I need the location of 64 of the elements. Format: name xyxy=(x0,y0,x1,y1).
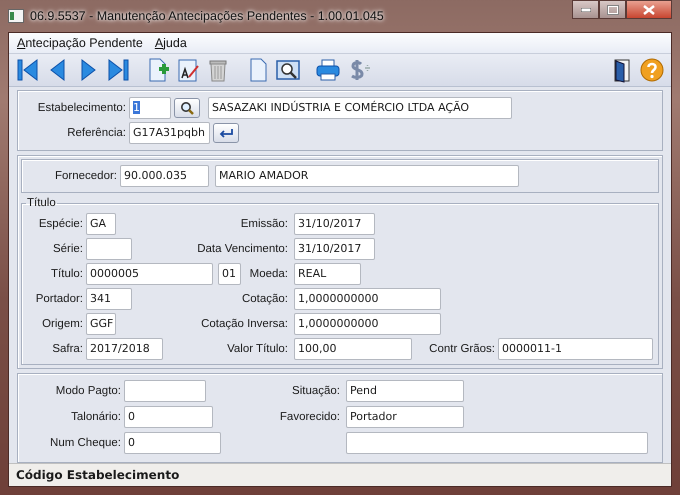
field-label: Num Cheque: xyxy=(49,437,122,450)
input-field[interactable]: 1,0000000000 xyxy=(294,288,441,310)
input-field[interactable]: 31/10/2017 xyxy=(294,212,375,235)
field-label: Modo Pagto: xyxy=(54,385,122,398)
input-field[interactable] xyxy=(86,238,132,260)
input-field[interactable]: REAL xyxy=(294,262,361,285)
input-field[interactable]: Portador xyxy=(346,406,464,428)
input-field[interactable]: 2017/2018 xyxy=(86,338,163,360)
input-field[interactable]: Pend xyxy=(346,380,464,402)
field-label: Portador: xyxy=(34,292,84,305)
input-field[interactable]: SASAZAKI INDÚSTRIA E COMÉRCIO LTDA AÇÃO xyxy=(208,97,512,120)
enter-icon xyxy=(218,128,234,138)
input-field[interactable]: 341 xyxy=(86,288,132,310)
maximize-button[interactable] xyxy=(599,0,626,19)
input-field[interactable]: GGF xyxy=(86,312,116,335)
field-label: Cotação: xyxy=(240,292,289,305)
field-label: Cotação Inversa: xyxy=(200,318,289,330)
field-label: Série: xyxy=(52,242,84,255)
status-text: Código Estabelecimento xyxy=(16,468,180,482)
input-field[interactable] xyxy=(346,432,648,454)
field-label: Contr Grãos: xyxy=(428,342,496,355)
menu-item[interactable]: Ajuda xyxy=(150,34,191,52)
window-title: 06.9.5537 - Manutenção Antecipações Pendentes - 1.00.01.045 xyxy=(30,9,384,23)
input-field[interactable]: 31/10/2017 xyxy=(294,238,375,260)
search-button[interactable] xyxy=(174,98,200,118)
input-field[interactable]: 0000011-1 xyxy=(498,338,653,360)
input-field[interactable]: G17A31pqbh xyxy=(129,122,210,144)
input-field[interactable]: 90.000.035 xyxy=(120,165,209,188)
field-label: Fornecedor: xyxy=(54,170,118,182)
menu-item[interactable]: Antecipação Pendente xyxy=(13,34,147,52)
input-field[interactable]: 100,00 xyxy=(294,338,412,360)
input-field[interactable] xyxy=(124,380,206,402)
close-icon xyxy=(643,4,655,14)
field-label: Emissão: xyxy=(240,218,289,230)
field-label: Título: xyxy=(50,268,84,280)
input-field[interactable]: 0 xyxy=(124,406,213,428)
close-button[interactable] xyxy=(626,0,672,19)
input-field[interactable]: 0 xyxy=(124,432,221,454)
input-field[interactable]: 1,0000000000 xyxy=(294,312,441,335)
minimize-icon xyxy=(580,8,590,12)
input-field[interactable]: 01 xyxy=(218,262,241,285)
field-label: Situação: xyxy=(291,385,341,398)
field-label: Talonário: xyxy=(70,411,122,424)
enter-button[interactable] xyxy=(213,123,239,144)
field-label: Referência: xyxy=(66,127,127,140)
field-label: Espécie: xyxy=(38,218,84,230)
input-field[interactable]: MARIO AMADOR xyxy=(215,165,519,188)
minimize-button[interactable] xyxy=(572,0,599,19)
field-label: Moeda: xyxy=(248,268,289,280)
input-field[interactable]: 1 xyxy=(129,97,171,120)
field-label: Data Vencimento: xyxy=(196,242,289,255)
field-label: Origem: xyxy=(41,318,84,330)
printer-icon[interactable] xyxy=(315,57,341,84)
field-label: Estabelecimento: xyxy=(36,102,127,114)
input-field[interactable]: 0000005 xyxy=(86,262,213,285)
field-label: Safra: xyxy=(51,342,84,355)
field-label: Favorecido: xyxy=(278,411,341,424)
input-field[interactable]: GA xyxy=(86,212,116,235)
app-icon xyxy=(8,9,24,23)
field-label: Valor Título: xyxy=(226,342,289,355)
restore-icon xyxy=(606,4,618,14)
help-icon[interactable] xyxy=(639,57,665,84)
group-title: Título xyxy=(26,197,57,210)
search-icon xyxy=(180,101,194,116)
